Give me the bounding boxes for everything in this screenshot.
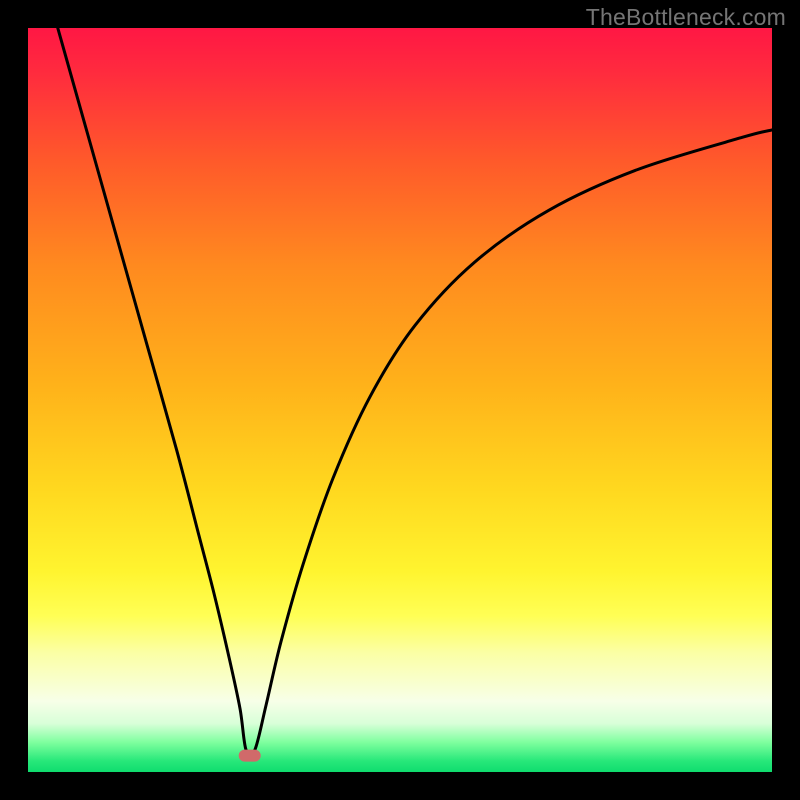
chart-frame: TheBottleneck.com [0, 0, 800, 800]
chart-svg [28, 28, 772, 772]
watermark-text: TheBottleneck.com [586, 4, 786, 31]
gradient-background [28, 28, 772, 772]
plot-area [28, 28, 772, 772]
minimum-marker [239, 750, 261, 762]
